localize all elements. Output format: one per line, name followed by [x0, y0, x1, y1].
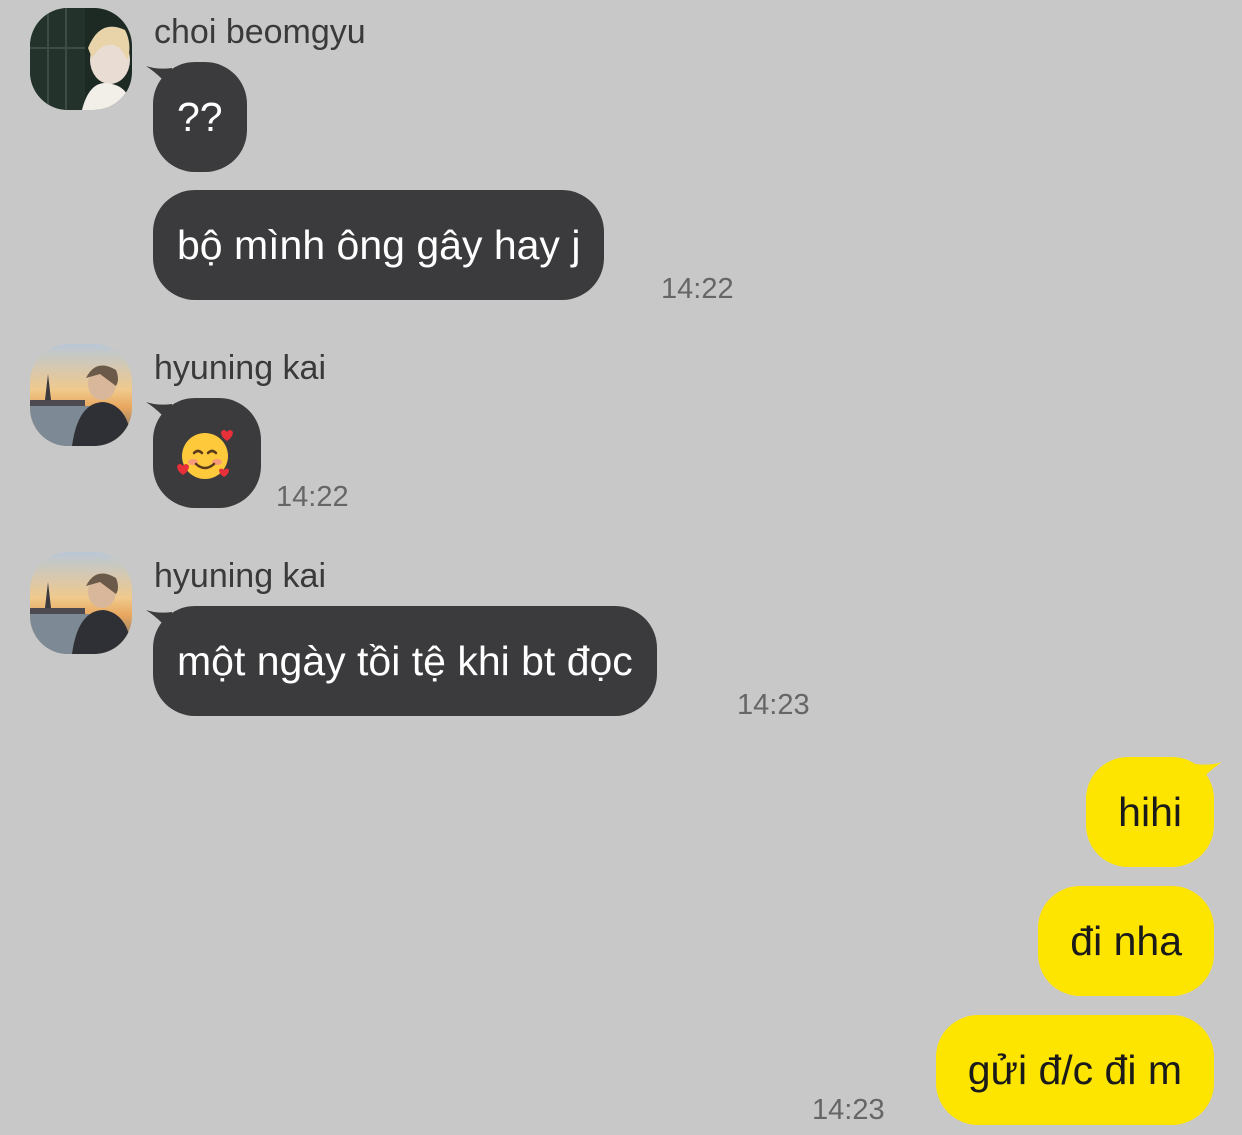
message-bubble[interactable]: bộ mình ông gây hay j — [153, 190, 605, 300]
sender-name: choi beomgyu — [154, 13, 366, 51]
outgoing-message-bubble[interactable]: đi nha — [1038, 886, 1214, 996]
message-bubble[interactable]: ?? — [153, 62, 247, 172]
sender-name: hyuning kai — [154, 557, 327, 595]
avatar[interactable] — [30, 344, 132, 446]
avatar[interactable] — [30, 552, 132, 654]
avatar-kai-photo — [30, 344, 132, 446]
smiling-face-with-hearts-icon — [177, 430, 233, 479]
emoji-message-bubble[interactable] — [153, 398, 261, 508]
avatar-beomgyu-photo — [30, 8, 132, 110]
sender-name: hyuning kai — [154, 349, 327, 387]
message-timestamp: 14:23 — [812, 1094, 885, 1126]
outgoing-message-bubble[interactable]: hihi — [1086, 757, 1214, 867]
avatar-kai-photo — [30, 552, 132, 654]
message-timestamp: 14:22 — [661, 273, 734, 305]
message-timestamp: 14:23 — [737, 689, 810, 721]
message-bubble[interactable]: một ngày tồi tệ khi bt đọc — [153, 606, 657, 716]
message-timestamp: 14:22 — [276, 481, 349, 513]
avatar[interactable] — [30, 8, 132, 110]
outgoing-message-bubble[interactable]: gửi đ/c đi m — [935, 1015, 1214, 1125]
